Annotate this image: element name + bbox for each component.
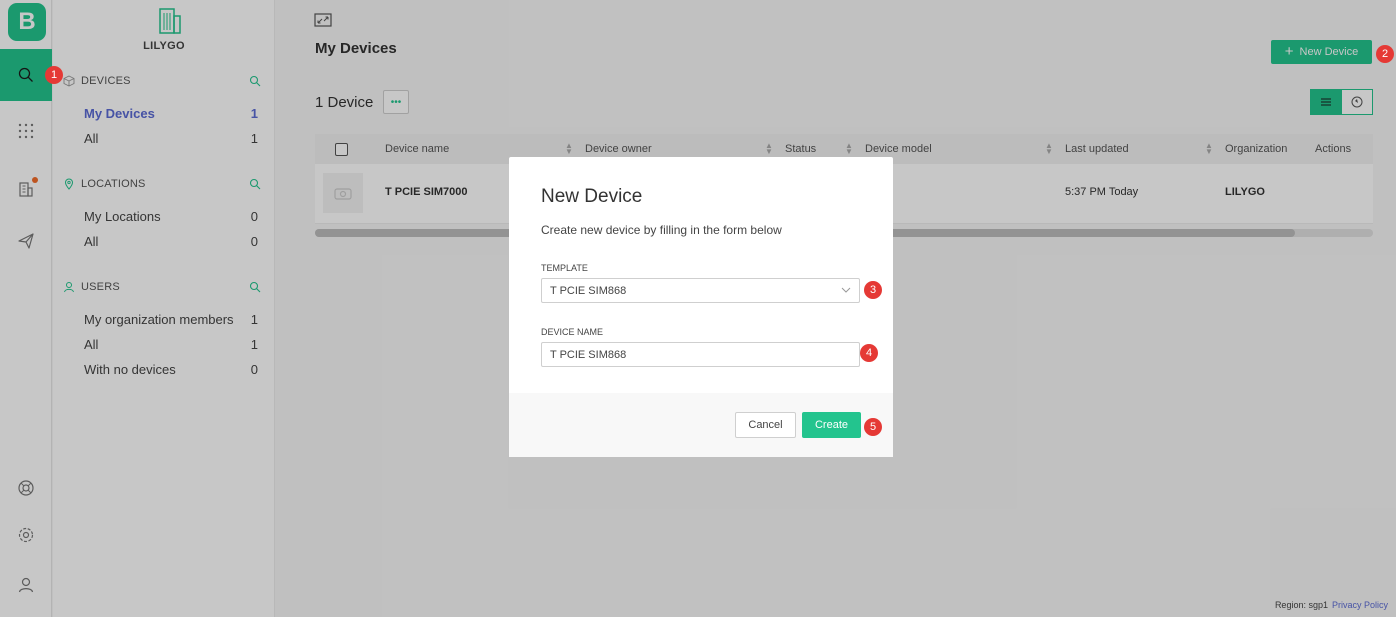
template-select[interactable]: T PCIE SIM868 <box>541 278 860 303</box>
modal-subtitle: Create new device by filling in the form… <box>541 223 782 237</box>
template-value: T PCIE SIM868 <box>550 284 627 297</box>
chevron-down-icon <box>841 287 851 293</box>
cancel-button[interactable]: Cancel <box>735 412 796 438</box>
modal-title: New Device <box>541 186 643 207</box>
device-name-label: DEVICE NAME <box>541 327 604 337</box>
step-marker-5: 5 <box>864 418 882 436</box>
step-marker-4: 4 <box>860 344 878 362</box>
device-name-input[interactable]: T PCIE SIM868 <box>541 342 860 367</box>
create-button[interactable]: Create <box>802 412 861 438</box>
template-label: TEMPLATE <box>541 263 588 273</box>
step-marker-3: 3 <box>864 281 882 299</box>
new-device-modal: New Device Create new device by filling … <box>509 157 893 457</box>
device-name-value: T PCIE SIM868 <box>550 348 627 361</box>
step-marker-1: 1 <box>45 66 63 84</box>
step-marker-2: 2 <box>1376 45 1394 63</box>
